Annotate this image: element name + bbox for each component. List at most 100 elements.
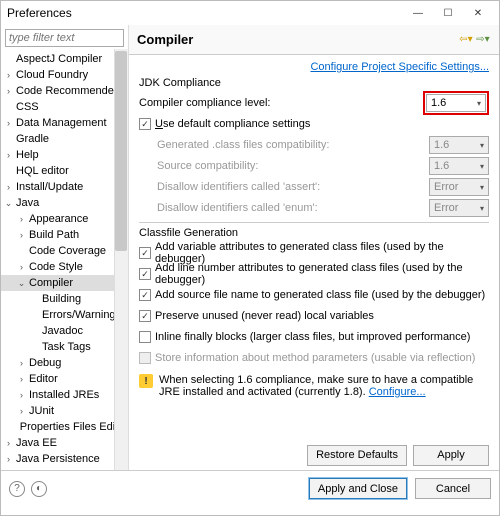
tree-item-label: Code Coverage — [27, 245, 106, 257]
cb2-row: Add line number attributes to generated … — [139, 264, 489, 284]
compliance-level-select[interactable]: 1.6▾ — [426, 94, 486, 112]
configure-link[interactable]: Configure... — [369, 386, 426, 398]
cb-add-line[interactable] — [139, 268, 151, 280]
cancel-button[interactable]: Cancel — [415, 478, 491, 499]
tree-item[interactable]: ⌄Java — [1, 195, 128, 211]
src-compat-label: Source compatibility: — [157, 160, 429, 172]
tree-item[interactable]: ›Installed JREs — [1, 387, 128, 403]
tree-item[interactable]: ›Editor — [1, 371, 128, 387]
tree-item[interactable]: Code Coverage — [1, 243, 128, 259]
src-compat-row: Source compatibility: 1.6▾ — [139, 156, 489, 176]
tree-item[interactable]: ›Data Management — [1, 115, 128, 131]
cb6-row: Store information about method parameter… — [139, 348, 489, 368]
tree-item[interactable]: ›Java Persistence — [1, 451, 128, 467]
twisty-icon[interactable]: › — [16, 358, 27, 368]
nav-forward-icon[interactable]: ⇨▾ — [475, 32, 491, 48]
cb-inline-finally[interactable] — [139, 331, 151, 343]
content-body: Configure Project Specific Settings... J… — [129, 55, 499, 440]
disallow-assert-select: Error▾ — [429, 178, 489, 196]
tree-item[interactable]: ⌄Compiler — [1, 275, 128, 291]
twisty-icon[interactable]: › — [3, 86, 14, 96]
maximize-button[interactable]: ☐ — [433, 3, 463, 23]
twisty-icon[interactable]: › — [3, 182, 14, 192]
help-icon[interactable]: ? — [9, 481, 25, 497]
twisty-icon[interactable]: › — [3, 118, 14, 128]
tree-item[interactable]: ›Java EE — [1, 435, 128, 451]
cb-preserve-unused[interactable] — [139, 310, 151, 322]
apply-close-button[interactable]: Apply and Close — [309, 478, 407, 499]
tree-item[interactable]: CSS — [1, 99, 128, 115]
tree-item-label: JavaScript — [14, 469, 67, 470]
twisty-icon[interactable]: ⌄ — [3, 198, 14, 209]
tree-item[interactable]: ›JavaScript — [1, 467, 128, 470]
tree-item-label: Data Management — [14, 117, 107, 129]
tree-scrollbar-thumb[interactable] — [115, 51, 127, 251]
tree-item[interactable]: ›JUnit — [1, 403, 128, 419]
tree-item-label: AspectJ Compiler — [14, 53, 102, 65]
cb-add-variable[interactable] — [139, 247, 151, 259]
twisty-icon[interactable]: › — [3, 438, 14, 448]
preference-tree[interactable]: AspectJ Compiler›Cloud Foundry›Code Reco… — [1, 49, 128, 470]
twisty-icon[interactable]: › — [16, 262, 27, 272]
tree-item[interactable]: ›Code Style — [1, 259, 128, 275]
dialog-footer: ? ◐ Apply and Close Cancel — [1, 470, 499, 506]
compliance-level-row: Compiler compliance level: 1.6▾ — [139, 93, 489, 113]
tree-item[interactable]: ›Install/Update — [1, 179, 128, 195]
twisty-icon[interactable]: › — [16, 214, 27, 224]
tree-item[interactable]: Gradle — [1, 131, 128, 147]
src-compat-select: 1.6▾ — [429, 157, 489, 175]
disallow-assert-row: Disallow identifiers called 'assert': Er… — [139, 177, 489, 197]
restore-defaults-button[interactable]: Restore Defaults — [307, 445, 407, 466]
content-pane: Compiler ⇦▾ ⇨▾ Configure Project Specifi… — [129, 25, 499, 470]
twisty-icon[interactable]: › — [16, 406, 27, 416]
twisty-icon[interactable]: › — [16, 230, 27, 240]
tree-item[interactable]: ›Help — [1, 147, 128, 163]
twisty-icon[interactable]: › — [3, 150, 14, 160]
cb4-row: Preserve unused (never read) local varia… — [139, 306, 489, 326]
jdk-section-title: JDK Compliance — [139, 77, 489, 89]
tree-item[interactable]: Task Tags — [1, 339, 128, 355]
nav-back-icon[interactable]: ⇦▾ — [458, 32, 474, 48]
tree-item[interactable]: AspectJ Compiler — [1, 51, 128, 67]
use-default-checkbox[interactable] — [139, 118, 151, 130]
twisty-icon[interactable]: › — [3, 454, 14, 464]
tree-item[interactable]: ›Appearance — [1, 211, 128, 227]
apply-button[interactable]: Apply — [413, 445, 489, 466]
tree-item-label: Java — [14, 197, 39, 209]
tree-item[interactable]: HQL editor — [1, 163, 128, 179]
tree-item[interactable]: ›Build Path — [1, 227, 128, 243]
filter-input[interactable] — [5, 29, 124, 47]
disallow-enum-label: Disallow identifiers called 'enum': — [157, 202, 429, 214]
main-area: AspectJ Compiler›Cloud Foundry›Code Reco… — [1, 25, 499, 470]
twisty-icon[interactable]: ⌄ — [16, 278, 27, 289]
tree-item[interactable]: ›Debug — [1, 355, 128, 371]
tree-item[interactable]: ›Code Recommenders — [1, 83, 128, 99]
twisty-icon[interactable]: › — [16, 374, 27, 384]
import-export-icon[interactable]: ◐ — [31, 481, 47, 497]
highlight-box: 1.6▾ — [423, 91, 489, 115]
project-specific-link[interactable]: Configure Project Specific Settings... — [310, 61, 489, 73]
twisty-icon[interactable]: › — [3, 70, 14, 80]
cb-add-source[interactable] — [139, 289, 151, 301]
tree-item[interactable]: ›Cloud Foundry — [1, 67, 128, 83]
tree-item[interactable]: Javadoc — [1, 323, 128, 339]
tree-item[interactable]: Building — [1, 291, 128, 307]
warning-icon — [139, 374, 153, 388]
tree-item-label: Compiler — [27, 277, 73, 289]
title-bar: Preferences — ☐ ✕ — [1, 1, 499, 25]
twisty-icon[interactable]: › — [16, 390, 27, 400]
window-title: Preferences — [7, 6, 403, 20]
close-button[interactable]: ✕ — [463, 3, 493, 23]
tree-item-label: Properties Files Editor — [18, 421, 128, 433]
classfile-section-title: Classfile Generation — [139, 227, 489, 239]
tree-scrollbar[interactable] — [114, 49, 128, 470]
tree-item-label: Cloud Foundry — [14, 69, 88, 81]
cb-store-params — [139, 352, 151, 364]
tree-item[interactable]: Errors/Warnings — [1, 307, 128, 323]
minimize-button[interactable]: — — [403, 3, 433, 23]
use-default-row: Use default compliance settings — [139, 114, 489, 134]
tree-item-label: Task Tags — [40, 341, 91, 353]
tree-item-label: CSS — [14, 101, 39, 113]
tree-item[interactable]: Properties Files Editor — [1, 419, 128, 435]
use-default-label: Use default compliance settings — [155, 118, 489, 130]
